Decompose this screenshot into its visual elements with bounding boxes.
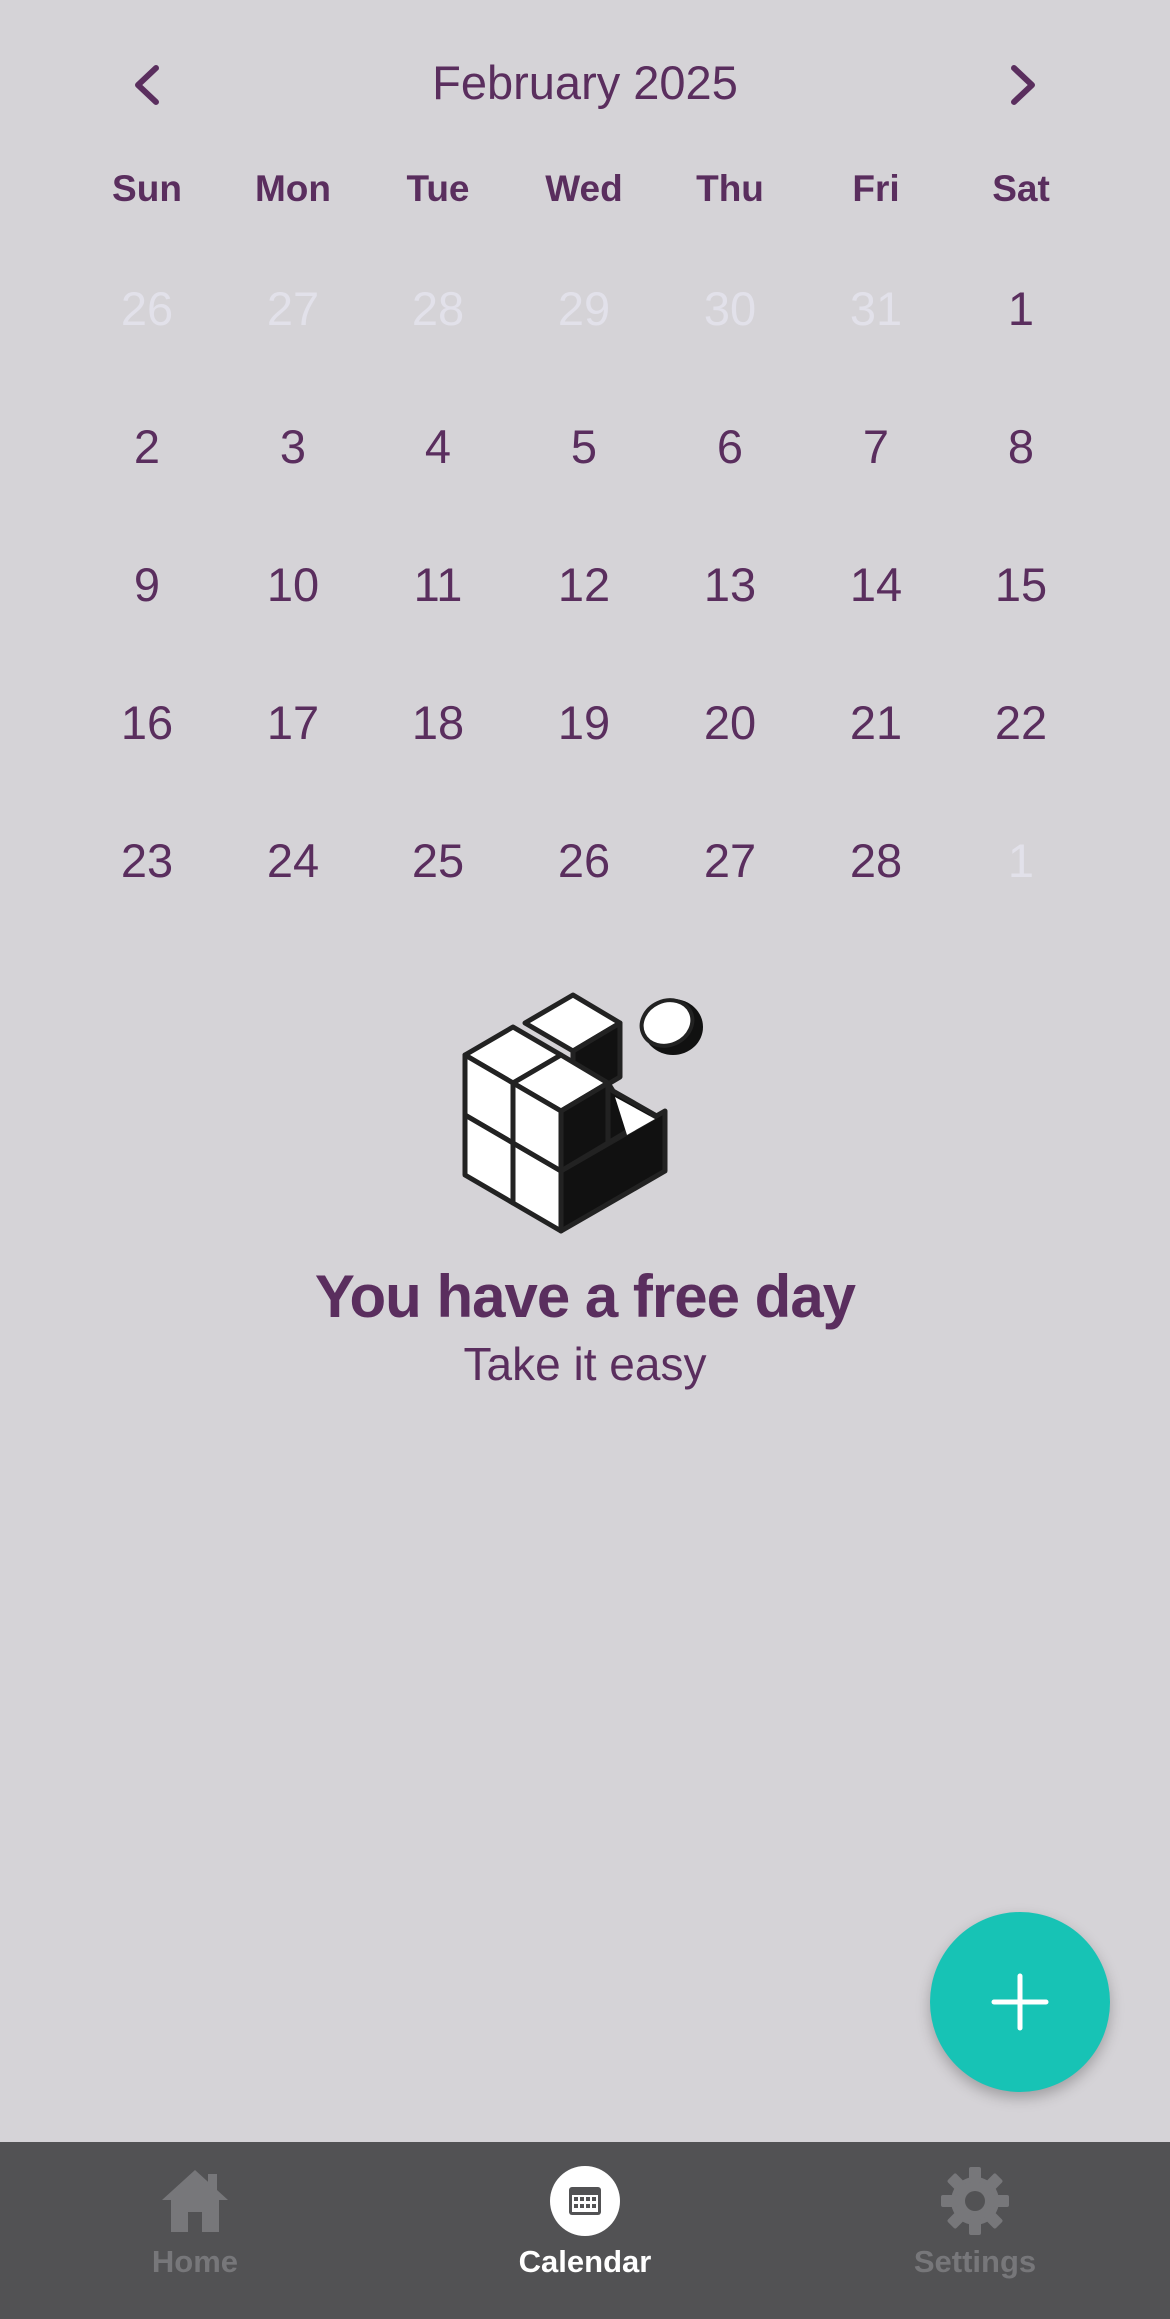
- calendar-day[interactable]: 12: [511, 534, 657, 634]
- gear-icon: [941, 2167, 1009, 2235]
- home-icon: [162, 2170, 228, 2232]
- tab-settings-label: Settings: [913, 2244, 1037, 2279]
- calendar-day[interactable]: 16: [74, 672, 220, 772]
- calendar-day[interactable]: 2: [74, 396, 220, 496]
- month-title: February 2025: [432, 56, 738, 109]
- weekday-label: Mon: [254, 168, 332, 209]
- previous-month-button[interactable]: [108, 45, 188, 125]
- calendar-day[interactable]: 17: [220, 672, 366, 772]
- calendar-day-outside-month[interactable]: 29: [511, 258, 657, 358]
- weekday-label: Fri: [852, 168, 900, 209]
- calendar-day-outside-month[interactable]: 26: [74, 258, 220, 358]
- calendar-icon: [550, 2166, 620, 2236]
- tab-home-label: Home: [151, 2244, 239, 2279]
- add-event-button[interactable]: [930, 1912, 1110, 2092]
- next-month-button[interactable]: [982, 45, 1062, 125]
- calendar-day[interactable]: 18: [365, 672, 511, 772]
- calendar-day-outside-month[interactable]: 1: [948, 810, 1094, 910]
- calendar-day[interactable]: 22: [948, 672, 1094, 772]
- calendar-day[interactable]: 3: [220, 396, 366, 496]
- calendar-day[interactable]: 7: [803, 396, 949, 496]
- weekday-label: Wed: [545, 168, 623, 209]
- weekday-label: Sun: [112, 168, 182, 209]
- calendar-day[interactable]: 20: [657, 672, 803, 772]
- bottom-tab-bar: Home Calendar Settings: [0, 2142, 1170, 2319]
- calendar-day[interactable]: 13: [657, 534, 803, 634]
- plus-icon: [991, 1973, 1049, 2031]
- calendar-day[interactable]: 8: [948, 396, 1094, 496]
- chevron-right-icon: [1011, 65, 1035, 105]
- calendar-day[interactable]: 21: [803, 672, 949, 772]
- tab-calendar[interactable]: Calendar: [455, 2164, 715, 2304]
- tab-calendar-label: Calendar: [518, 2244, 652, 2279]
- calendar-day[interactable]: 28: [803, 810, 949, 910]
- calendar-day-outside-month[interactable]: 28: [365, 258, 511, 358]
- weekday-label: Sat: [992, 168, 1050, 209]
- calendar-day-outside-month[interactable]: 31: [803, 258, 949, 358]
- calendar-day[interactable]: 26: [511, 810, 657, 910]
- chevron-left-icon: [135, 65, 159, 105]
- calendar-day[interactable]: 14: [803, 534, 949, 634]
- weekday-label: Tue: [406, 168, 470, 209]
- calendar-day[interactable]: 25: [365, 810, 511, 910]
- blocks-illustration-icon: [455, 985, 715, 1235]
- calendar-day[interactable]: 9: [74, 534, 220, 634]
- calendar-day-outside-month[interactable]: 27: [220, 258, 366, 358]
- weekday-header-row: Sun Mon Tue Wed Thu Fri Sat: [0, 168, 1170, 228]
- calendar-day[interactable]: 24: [220, 810, 366, 910]
- calendar-header: February 2025: [0, 0, 1170, 170]
- tab-settings[interactable]: Settings: [845, 2164, 1105, 2304]
- weekday-label: Thu: [696, 168, 764, 209]
- empty-state-title: You have a free day: [314, 1263, 856, 1330]
- calendar-day[interactable]: 27: [657, 810, 803, 910]
- calendar-day[interactable]: 6: [657, 396, 803, 496]
- calendar-day[interactable]: 15: [948, 534, 1094, 634]
- calendar-day[interactable]: 11: [365, 534, 511, 634]
- empty-state-subtitle: Take it easy: [463, 1338, 707, 1390]
- calendar-day[interactable]: 5: [511, 396, 657, 496]
- calendar-day[interactable]: 4: [365, 396, 511, 496]
- calendar-day[interactable]: 1: [948, 258, 1094, 358]
- calendar-day[interactable]: 10: [220, 534, 366, 634]
- calendar-day-outside-month[interactable]: 30: [657, 258, 803, 358]
- tab-home[interactable]: Home: [65, 2164, 325, 2304]
- calendar-day[interactable]: 23: [74, 810, 220, 910]
- calendar-day[interactable]: 19: [511, 672, 657, 772]
